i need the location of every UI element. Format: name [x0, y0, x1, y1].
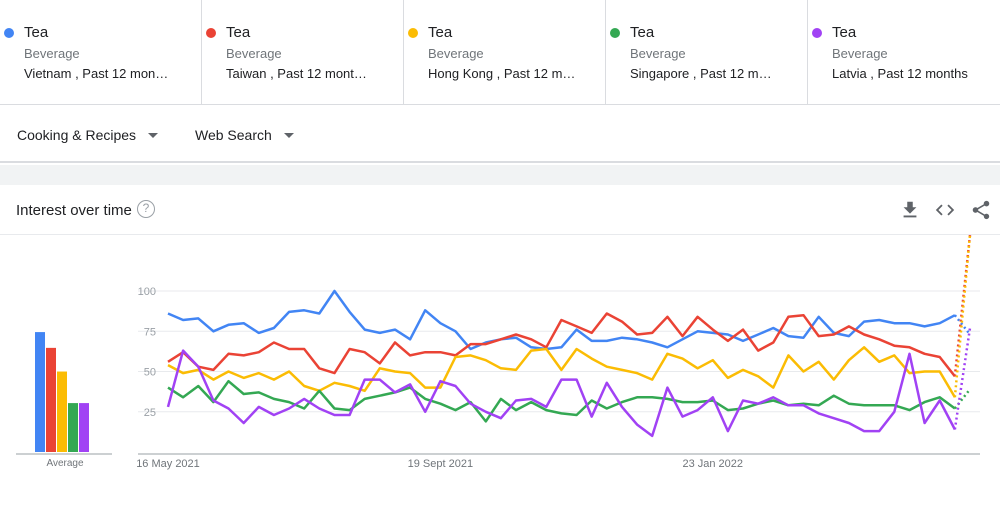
x-tick-label: 19 Sept 2021	[408, 458, 473, 470]
y-axis-ticks: 25 50 75 100	[138, 286, 156, 419]
compare-terms-bar: Tea Beverage Vietnam , Past 12 mon… Tea …	[0, 0, 1000, 105]
y-tick-label: 50	[144, 367, 156, 379]
x-axis-ticks: 16 May 2021 19 Sept 2021 23 Jan 2022	[136, 458, 743, 470]
download-icon[interactable]	[899, 199, 921, 221]
series-partial-segment	[953, 388, 971, 410]
gridlines	[138, 290, 980, 455]
filter-bar: Cooking & Recipes Web Search	[0, 105, 1000, 163]
term-card-2[interactable]: Tea Beverage Taiwan , Past 12 mont…	[202, 0, 404, 104]
search-type-label: Web Search	[195, 127, 272, 143]
term-name: Tea	[832, 24, 857, 41]
term-name: Tea	[428, 24, 453, 41]
series-lines	[166, 235, 972, 438]
y-tick-label: 75	[144, 326, 156, 338]
term-category: Beverage	[24, 46, 80, 61]
average-bar[interactable]	[68, 403, 78, 452]
series-partial-segment	[953, 327, 972, 430]
average-bars	[16, 332, 112, 455]
category-label: Cooking & Recipes	[17, 127, 137, 143]
term-name: Tea	[24, 24, 49, 41]
category-dropdown[interactable]: Cooking & Recipes	[17, 127, 159, 143]
term-category: Beverage	[630, 46, 686, 61]
embed-code-icon[interactable]	[934, 199, 956, 221]
term-name: Tea	[630, 24, 655, 41]
term-category: Beverage	[226, 46, 282, 61]
section-divider	[0, 165, 1000, 185]
average-label: Average	[46, 458, 84, 469]
average-bar[interactable]	[35, 332, 45, 452]
series-color-dot	[408, 28, 418, 38]
series-line[interactable]	[167, 312, 956, 378]
share-icon[interactable]	[970, 199, 992, 221]
card-header: Interest over time ?	[0, 185, 1000, 235]
x-tick-label: 16 May 2021	[136, 458, 200, 470]
term-scope: Hong Kong , Past 12 m…	[428, 66, 576, 81]
search-type-dropdown[interactable]: Web Search	[195, 127, 294, 143]
y-tick-label: 25	[144, 407, 156, 419]
interest-over-time-chart[interactable]: Average 25 50 75 100 16 May 2021 19 Sept 202…	[0, 235, 1000, 515]
term-scope: Taiwan , Past 12 mont…	[226, 66, 367, 81]
series-line[interactable]	[167, 346, 956, 398]
series-color-dot	[610, 28, 620, 38]
caret-down-icon	[148, 132, 159, 138]
term-category: Beverage	[428, 46, 484, 61]
caret-down-icon	[283, 132, 294, 138]
series-partial-segment	[953, 235, 972, 398]
term-scope: Latvia , Past 12 months	[832, 66, 968, 81]
series-color-dot	[4, 28, 14, 38]
series-color-dot	[812, 28, 822, 38]
y-tick-label: 100	[138, 286, 156, 298]
average-bar[interactable]	[57, 371, 67, 452]
series-line[interactable]	[166, 349, 957, 438]
card-title: Interest over time	[16, 202, 132, 219]
x-tick-label: 23 Jan 2022	[682, 458, 743, 470]
average-bar[interactable]	[46, 347, 56, 452]
help-icon[interactable]: ?	[137, 200, 155, 218]
term-card-1[interactable]: Tea Beverage Vietnam , Past 12 mon…	[0, 0, 202, 104]
term-card-5[interactable]: Tea Beverage Latvia , Past 12 months	[808, 0, 1000, 104]
average-bar[interactable]	[79, 403, 89, 452]
term-scope: Singapore , Past 12 m…	[630, 66, 772, 81]
term-card-4[interactable]: Tea Beverage Singapore , Past 12 m…	[606, 0, 808, 104]
term-category: Beverage	[832, 46, 888, 61]
term-name: Tea	[226, 24, 251, 41]
series-color-dot	[206, 28, 216, 38]
series-line[interactable]	[167, 379, 956, 423]
term-scope: Vietnam , Past 12 mon…	[24, 66, 169, 81]
term-card-3[interactable]: Tea Beverage Hong Kong , Past 12 m…	[404, 0, 606, 104]
